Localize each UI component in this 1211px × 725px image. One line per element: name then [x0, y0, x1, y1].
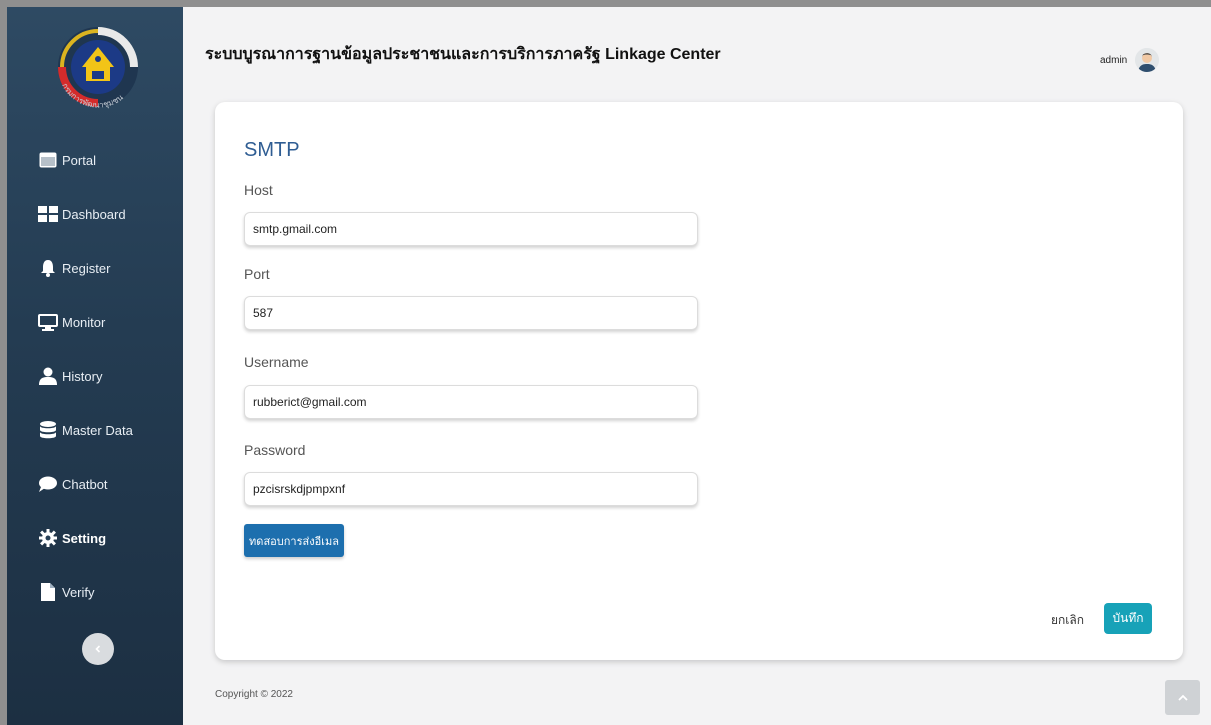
cancel-button[interactable]: ยกเลิก [1051, 608, 1084, 632]
sidebar-item-label: Chatbot [62, 476, 108, 492]
window-frame-left [0, 0, 7, 725]
page-title: ระบบบูรณาการฐานข้อมูลประชาชนและการบริการ… [205, 46, 721, 63]
sidebar-item-label: Portal [62, 152, 96, 168]
file-icon [38, 582, 58, 602]
sidebar-item-register[interactable]: Register [7, 241, 183, 295]
sidebar-item-monitor[interactable]: Monitor [7, 295, 183, 349]
portal-icon [38, 150, 58, 170]
window-frame-top [0, 0, 1211, 7]
sidebar-item-portal[interactable]: Portal [7, 133, 183, 187]
chat-icon [38, 474, 58, 494]
smtp-settings-card: SMTP Host Port Username Password ทดสอบกา… [215, 102, 1183, 660]
port-input[interactable] [244, 296, 698, 330]
sidebar-collapse-button[interactable] [82, 633, 114, 665]
port-label: Port [244, 266, 270, 282]
sidebar-item-label: History [62, 368, 103, 384]
sidebar: กรมการพัฒนาชุมชน Portal Dashboard Regist… [7, 7, 183, 725]
sidebar-item-label: Register [62, 260, 111, 276]
sidebar-item-setting[interactable]: Setting [7, 511, 183, 565]
monitor-icon [38, 312, 58, 332]
chevron-left-icon [95, 645, 101, 653]
sidebar-item-label: Verify [62, 584, 95, 600]
card-title: SMTP [244, 139, 300, 161]
username-input[interactable] [244, 385, 698, 419]
sidebar-nav: Portal Dashboard Register Monitor Histor… [7, 133, 183, 619]
password-label: Password [244, 442, 306, 458]
database-icon [38, 420, 58, 440]
user-name: admin [1100, 54, 1128, 66]
password-input[interactable] [244, 472, 698, 506]
user-icon [38, 366, 58, 386]
avatar[interactable] [1135, 48, 1160, 72]
scroll-to-top-button[interactable] [1165, 680, 1200, 715]
sidebar-item-master-data[interactable]: Master Data [7, 403, 183, 457]
sidebar-item-label: Dashboard [62, 206, 126, 222]
bell-icon [38, 258, 58, 278]
sidebar-item-label: Monitor [62, 314, 106, 330]
host-label: Host [244, 182, 273, 198]
sidebar-item-dashboard[interactable]: Dashboard [7, 187, 183, 241]
username-label: Username [244, 354, 309, 370]
logo: กรมการพัฒนาชุมชน [52, 23, 144, 123]
sidebar-item-label: Setting [62, 530, 107, 546]
sidebar-item-chatbot[interactable]: Chatbot [7, 457, 183, 511]
sidebar-item-verify[interactable]: Verify [7, 565, 183, 619]
sidebar-item-label: Master Data [62, 422, 133, 438]
sidebar-item-history[interactable]: History [7, 349, 183, 403]
test-email-button[interactable]: ทดสอบการส่งอีเมล [244, 524, 344, 557]
save-button[interactable]: บันทึก [1104, 603, 1152, 634]
host-input[interactable] [244, 212, 698, 246]
gear-icon [38, 528, 58, 548]
user-menu[interactable]: admin [1100, 48, 1160, 72]
copyright: Copyright © 2022 [215, 689, 293, 700]
dashboard-icon [38, 204, 58, 224]
chevron-up-icon [1177, 694, 1188, 701]
avatar-icon [1135, 48, 1160, 72]
